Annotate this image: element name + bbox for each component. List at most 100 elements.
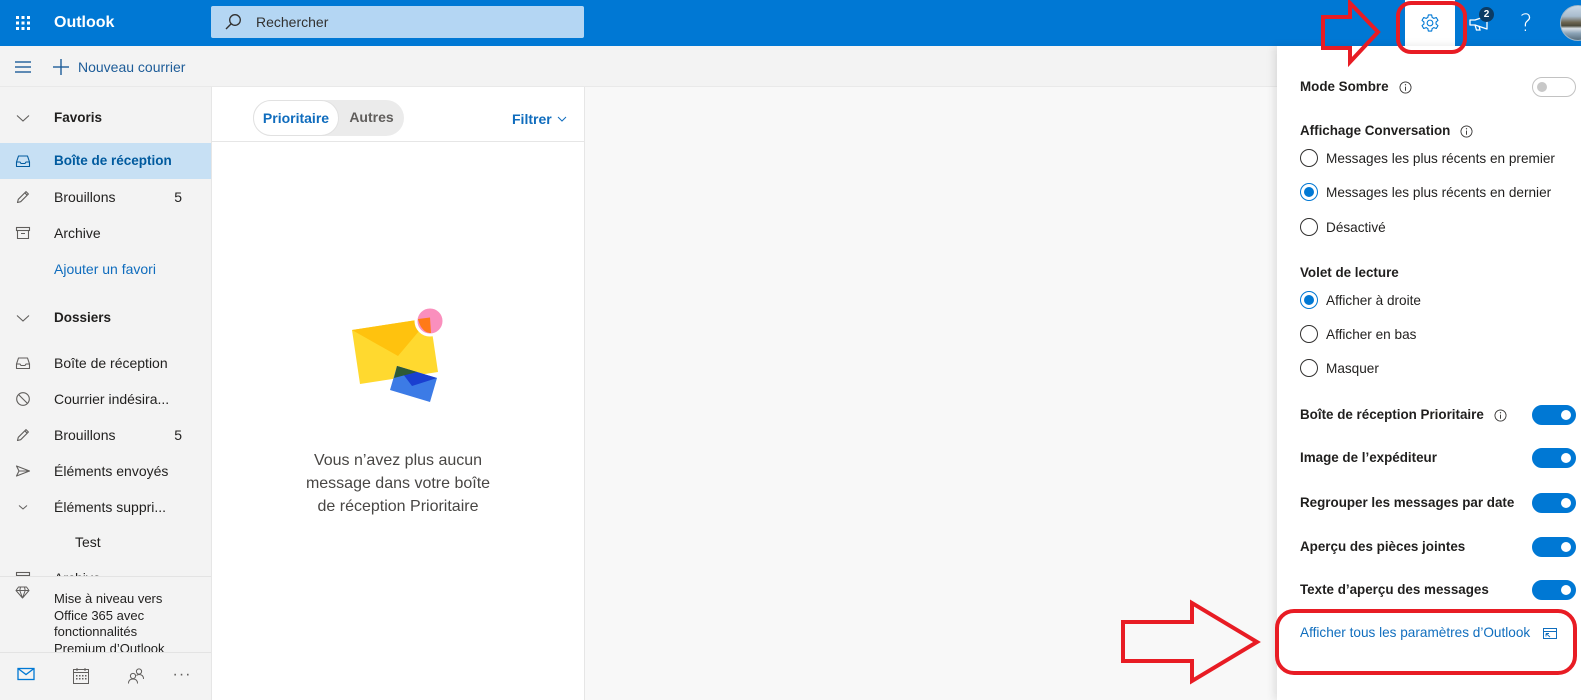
sidebar-item-favorite-drafts[interactable]: Brouillons 5: [0, 179, 211, 215]
people-module-button[interactable]: [124, 664, 148, 688]
radio-circle: [1300, 218, 1318, 236]
upgrade-line: fonctionnalités: [54, 624, 138, 639]
group-by-date-label: Regrouper les messages par date: [1300, 495, 1515, 510]
filter-label: Filtrer: [512, 111, 552, 127]
folder-list[interactable]: Favoris Boîte de réception Brouillons 5 …: [0, 87, 211, 576]
app-launcher-icon[interactable]: [16, 16, 30, 30]
sidebar-item-test[interactable]: Test: [0, 524, 211, 560]
sidebar-item-deleted[interactable]: Éléments suppri...: [0, 489, 211, 525]
sidebar-item-label: Boîte de réception: [54, 355, 168, 371]
add-favorite-link[interactable]: Ajouter un favori: [0, 251, 211, 287]
app-title[interactable]: Outlook: [54, 12, 114, 34]
quick-settings-panel: Mode Sombre Affichage Conversation Messa…: [1277, 46, 1581, 700]
hamburger-menu-icon[interactable]: [14, 60, 32, 74]
info-icon[interactable]: [1460, 125, 1473, 138]
sidebar-item-label: Brouillons: [54, 189, 116, 205]
empty-state-line: message dans votre boîte: [305, 475, 491, 492]
unread-count: 5: [174, 427, 182, 443]
mail-icon: [14, 667, 38, 681]
sidebar-item-drafts[interactable]: Brouillons 5: [0, 417, 211, 453]
search-icon: [224, 13, 242, 31]
radio-newest-first[interactable]: Messages les plus récents en premier: [1300, 148, 1555, 168]
group-by-date-setting: Regrouper les messages par date: [1300, 493, 1514, 513]
empty-state-message: Vous n’avez plus aucun message dans votr…: [212, 449, 584, 518]
sidebar-item-inbox[interactable]: Boîte de réception: [0, 345, 211, 381]
sender-image-toggle[interactable]: [1532, 448, 1576, 468]
info-icon[interactable]: [1399, 81, 1412, 94]
group-by-date-toggle[interactable]: [1532, 493, 1576, 513]
dark-mode-toggle[interactable]: [1532, 77, 1576, 97]
help-button[interactable]: ?: [1512, 8, 1540, 38]
more-modules-button[interactable]: ···: [170, 664, 194, 688]
sidebar-item-label: Archive: [54, 225, 101, 241]
diamond-icon: [15, 586, 30, 599]
search-input[interactable]: [256, 6, 566, 38]
calendar-icon: [69, 667, 93, 685]
radio-label: Masquer: [1326, 360, 1379, 376]
radio-label: Désactivé: [1326, 219, 1386, 235]
sidebar-item-archive[interactable]: Archive: [0, 560, 211, 576]
sender-image-setting: Image de l’expéditeur: [1300, 448, 1437, 468]
favorites-header-label: Favoris: [54, 110, 103, 125]
radio-circle: [1300, 291, 1318, 309]
sidebar-item-favorite-archive[interactable]: Archive: [0, 215, 211, 251]
chevron-down-icon: [15, 310, 31, 326]
filter-button[interactable]: Filtrer: [512, 109, 567, 129]
radio-show-bottom[interactable]: Afficher en bas: [1300, 324, 1416, 344]
settings-button[interactable]: [1405, 0, 1455, 46]
block-icon: [15, 391, 31, 407]
view-all-settings-link[interactable]: Afficher tous les paramètres d’Outlook: [1300, 623, 1530, 643]
sender-image-label: Image de l’expéditeur: [1300, 450, 1437, 465]
reading-pane: [586, 87, 1277, 700]
toggle-knob: [1561, 498, 1571, 508]
upgrade-banner[interactable]: Mise à niveau vers Office 365 avec fonct…: [0, 576, 211, 656]
sidebar-item-label: Archive: [54, 560, 101, 576]
inbox-icon: [15, 153, 31, 169]
send-icon: [15, 463, 31, 479]
inbox-icon: [15, 355, 31, 371]
radio-hide[interactable]: Masquer: [1300, 358, 1379, 378]
radio-conversation-off[interactable]: Désactivé: [1300, 217, 1386, 237]
message-preview-text-toggle[interactable]: [1532, 580, 1576, 600]
sidebar-item-sent[interactable]: Éléments envoyés: [0, 453, 211, 489]
search-box[interactable]: [211, 6, 584, 38]
sidebar-item-label: Brouillons: [54, 427, 116, 443]
plus-icon: [53, 59, 69, 75]
attachment-preview-toggle[interactable]: [1532, 537, 1576, 557]
mail-module-button[interactable]: [14, 664, 38, 688]
calendar-module-button[interactable]: [69, 664, 93, 688]
chevron-down-icon[interactable]: [15, 499, 31, 515]
pencil-icon: [15, 427, 31, 443]
radio-show-right[interactable]: Afficher à droite: [1300, 290, 1421, 310]
new-mail-button[interactable]: Nouveau courrier: [52, 55, 185, 79]
avatar[interactable]: [1560, 5, 1581, 41]
sidebar-item-label: Éléments suppri...: [54, 499, 167, 515]
radio-label: Afficher à droite: [1326, 292, 1421, 308]
archive-icon: [15, 225, 31, 241]
tab-focused[interactable]: Prioritaire: [253, 100, 339, 136]
command-bar: Nouveau courrier: [0, 46, 1277, 87]
radio-label: Messages les plus récents en dernier: [1326, 184, 1552, 200]
message-preview-text-label: Texte d’aperçu des messages: [1300, 582, 1489, 597]
empty-state-line: de réception Prioritaire: [317, 498, 479, 515]
tab-other[interactable]: Autres: [339, 100, 404, 136]
toggle-knob: [1561, 410, 1571, 420]
open-settings-window-icon[interactable]: [1543, 628, 1557, 639]
empty-state-line: Vous n’avez plus aucun: [313, 452, 483, 469]
sidebar-item-favorite-inbox[interactable]: Boîte de réception: [0, 143, 211, 179]
folder-pane: Favoris Boîte de réception Brouillons 5 …: [0, 87, 211, 700]
chevron-down-icon: [557, 116, 567, 122]
folders-header[interactable]: Dossiers: [0, 300, 211, 336]
upgrade-line: Mise à niveau vers: [54, 591, 163, 606]
chevron-down-icon: [15, 110, 31, 126]
sidebar-item-junk[interactable]: Courrier indésira...: [0, 381, 211, 417]
favorites-header[interactable]: Favoris: [0, 100, 211, 136]
radio-newest-last[interactable]: Messages les plus récents en dernier: [1300, 182, 1551, 202]
dark-mode-setting: Mode Sombre: [1300, 77, 1412, 97]
attachment-preview-label: Aperçu des pièces jointes: [1300, 539, 1466, 554]
radio-circle: [1300, 359, 1318, 377]
radio-label: Messages les plus récents en premier: [1326, 150, 1555, 166]
info-icon[interactable]: [1494, 409, 1507, 422]
focused-inbox-label: Boîte de réception Prioritaire: [1300, 407, 1484, 422]
focused-inbox-toggle[interactable]: [1532, 405, 1576, 425]
